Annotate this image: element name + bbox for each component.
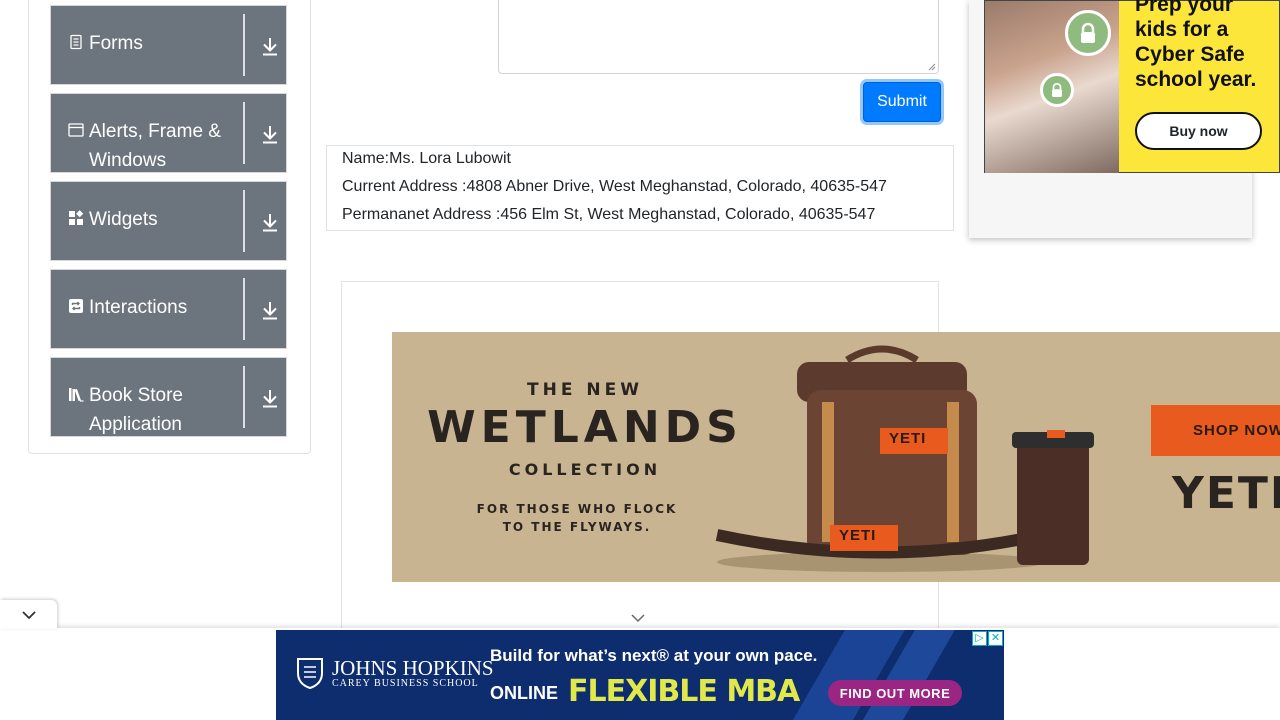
close-icon[interactable]: ✕ — [988, 631, 1003, 646]
buy-now-button[interactable]: Buy now — [1135, 112, 1262, 150]
chevron-down-icon[interactable] — [630, 612, 646, 624]
ad-headline: Build for what’s next® at your own pace. — [490, 646, 818, 665]
books-icon — [68, 386, 84, 402]
cooler-product-image — [715, 345, 1094, 572]
group-book-store-application[interactable]: Book Store Application — [50, 357, 287, 437]
download-icon[interactable] — [260, 35, 280, 57]
group-label: Widgets — [89, 209, 158, 230]
johns-hopkins-ad[interactable]: JOHNS HOPKINS CAREY BUSINESS SCHOOL Buil… — [276, 630, 1004, 720]
divider — [243, 14, 245, 76]
lock-icon — [1040, 73, 1074, 107]
download-icon[interactable] — [260, 387, 280, 409]
group-alerts-frame-windows[interactable]: Alerts, Frame & Windows — [50, 93, 287, 173]
yeti-logo: YETI — [1172, 468, 1280, 519]
group-interactions[interactable]: Interactions — [50, 269, 287, 349]
adchoices-icon[interactable]: ▷ — [972, 631, 987, 646]
yeti-ad[interactable]: THE NEW WETLANDS COLLECTION FOR THOSE WH… — [392, 332, 1280, 582]
output-permanent-address: Permananet Address :456 Elm St, West Meg… — [342, 206, 876, 223]
download-icon[interactable] — [260, 123, 280, 145]
ad-online: ONLINE — [490, 683, 559, 703]
document-icon — [68, 34, 84, 50]
shield-icon — [297, 658, 323, 689]
divider — [243, 278, 245, 340]
ad-headline: Prep your kids for a Cyber Safe school y… — [1135, 0, 1257, 91]
resize-grip-icon[interactable] — [928, 63, 936, 71]
bag-brand-label: YETI — [889, 430, 927, 447]
ad-program: FLEXIBLE MBA — [568, 674, 800, 709]
output-box: Name:Ms. Lora Lubowit Current Address :4… — [326, 145, 954, 231]
cyber-safe-ad[interactable]: Prep your kids for a Cyber Safe school y… — [984, 0, 1280, 173]
divider — [243, 102, 245, 164]
divider — [243, 366, 245, 428]
group-label: Forms — [89, 33, 143, 54]
divider — [243, 190, 245, 252]
group-label: Book Store Application — [89, 385, 183, 435]
bag-brand-label: YETI — [839, 527, 877, 544]
chevron-down-icon — [21, 610, 36, 619]
interactions-icon — [68, 298, 84, 314]
group-widgets[interactable]: Widgets — [50, 181, 287, 261]
johns-hopkins-logo: JOHNS HOPKINS CAREY BUSINESS SCHOOL — [296, 657, 494, 689]
collapse-ad-button[interactable] — [0, 600, 57, 629]
output-name: Name:Ms. Lora Lubowit — [342, 150, 511, 167]
brand-name: JOHNS HOPKINS — [332, 655, 494, 680]
permanent-address-textarea[interactable] — [498, 0, 939, 74]
shop-now-button[interactable]: SHOP NOW — [1151, 405, 1280, 456]
group-label: Alerts, Frame & Windows — [89, 121, 221, 171]
window-icon — [68, 122, 84, 138]
lock-icon — [1065, 10, 1111, 56]
group-forms[interactable]: Forms — [50, 5, 287, 85]
submit-button[interactable]: Submit — [863, 82, 941, 122]
brand-sub: CAREY BUSINESS SCHOOL — [332, 677, 479, 689]
output-current-address: Current Address :4808 Abner Drive, West … — [342, 178, 887, 195]
download-icon[interactable] — [260, 211, 280, 233]
widgets-icon — [68, 210, 84, 226]
find-out-more-button[interactable]: FIND OUT MORE — [828, 680, 962, 706]
group-label: Interactions — [89, 297, 188, 318]
download-icon[interactable] — [260, 299, 280, 321]
